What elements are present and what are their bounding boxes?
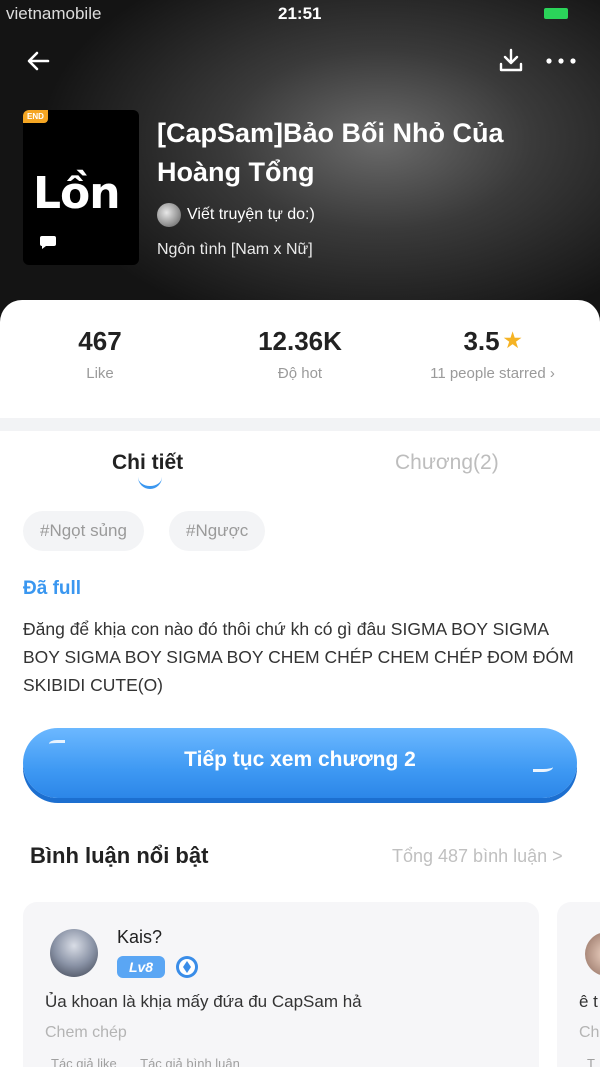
comment-text: ê t: [579, 992, 598, 1011]
comment-card[interactable]: Kais? Lv8 Ủa khoan là khịa mấy đứa đu Ca…: [23, 902, 539, 1067]
author-avatar: [157, 203, 181, 227]
comment-meta: T: [587, 1056, 595, 1067]
rating-stat[interactable]: 3.5 ★ 11 people starred ›: [410, 326, 575, 382]
story-cover[interactable]: END Lồn: [23, 110, 139, 265]
comment-username[interactable]: Kais?: [117, 927, 162, 948]
comment-meta: Tác giả like Tác giả bình luận: [51, 1056, 260, 1067]
button-gloss: [533, 762, 553, 772]
rating-value: 3.5: [463, 326, 500, 356]
continue-label: Tiếp tục xem chương 2: [184, 748, 416, 771]
story-description: Đăng để khịa con nào đó thôi chứ kh có g…: [23, 619, 574, 695]
comments-total-link[interactable]: Tổng 487 bình luận >: [392, 846, 563, 867]
button-gloss: [49, 740, 65, 748]
comments-heading: Bình luận nổi bật: [30, 843, 209, 868]
author-like-label: Tác giả like: [51, 1056, 117, 1067]
back-arrow-icon[interactable]: [24, 46, 54, 76]
comment-card[interactable]: ê t Ch T: [557, 902, 600, 1067]
story-title: [CapSam]Bảo Bối Nhỏ Của Hoàng Tổng: [157, 118, 504, 187]
tab-detail[interactable]: Chi tiết: [112, 451, 183, 475]
hot-count: 12.36K: [258, 326, 342, 356]
like-label: Like: [86, 365, 114, 382]
tab-chapters[interactable]: Chương(2): [395, 451, 499, 475]
cover-text: Lồn: [33, 168, 121, 219]
like-count: 467: [78, 326, 122, 356]
clock: 21:51: [278, 4, 322, 23]
status-bar: vietnamobile 21:51: [0, 0, 600, 30]
author-name: Viết truyện tự do:): [187, 206, 315, 223]
author-row[interactable]: Viết truyện tự do:): [157, 203, 315, 227]
comment-text: Ủa khoan là khịa mấy đứa đu CapSam hả: [45, 992, 362, 1011]
rating-label: 11 people starred ›: [430, 365, 555, 382]
comment-reply-preview: Chem chép: [45, 1024, 127, 1041]
hot-stat: 12.36K Độ hot: [220, 326, 380, 382]
level-badge: Lv8: [117, 956, 165, 978]
tag-chip[interactable]: #Ngọt sủng: [23, 511, 144, 551]
download-icon[interactable]: [497, 46, 525, 74]
completion-status: Đã full: [23, 578, 82, 599]
tag-chip[interactable]: #Ngược: [169, 511, 266, 551]
stats-card: 467 Like 12.36K Độ hot 3.5 ★ 11 people st…: [0, 300, 600, 418]
chat-bubble-icon: [40, 236, 56, 249]
more-options-icon[interactable]: [544, 46, 578, 74]
tab-indicator: [138, 477, 162, 489]
continue-reading-button[interactable]: Tiếp tục xem chương 2: [23, 728, 577, 798]
star-icon: ★: [503, 330, 522, 352]
hot-label: Độ hot: [277, 365, 323, 382]
avatar[interactable]: [585, 932, 600, 976]
battery-icon: [544, 8, 568, 19]
author-comment-label: Tác giả bình luận: [140, 1056, 240, 1067]
story-header: vietnamobile 21:51 END Lồn [CapSam]Bảo B…: [0, 0, 600, 330]
diamond-badge-icon: [176, 956, 198, 978]
genre-label: Ngôn tình [Nam x Nữ]: [157, 241, 313, 258]
like-stat: 467 Like: [40, 326, 160, 382]
carrier-label: vietnamobile: [6, 4, 102, 23]
avatar[interactable]: [50, 929, 98, 977]
comment-reply-preview: Ch: [579, 1024, 600, 1041]
end-badge: END: [23, 110, 48, 123]
